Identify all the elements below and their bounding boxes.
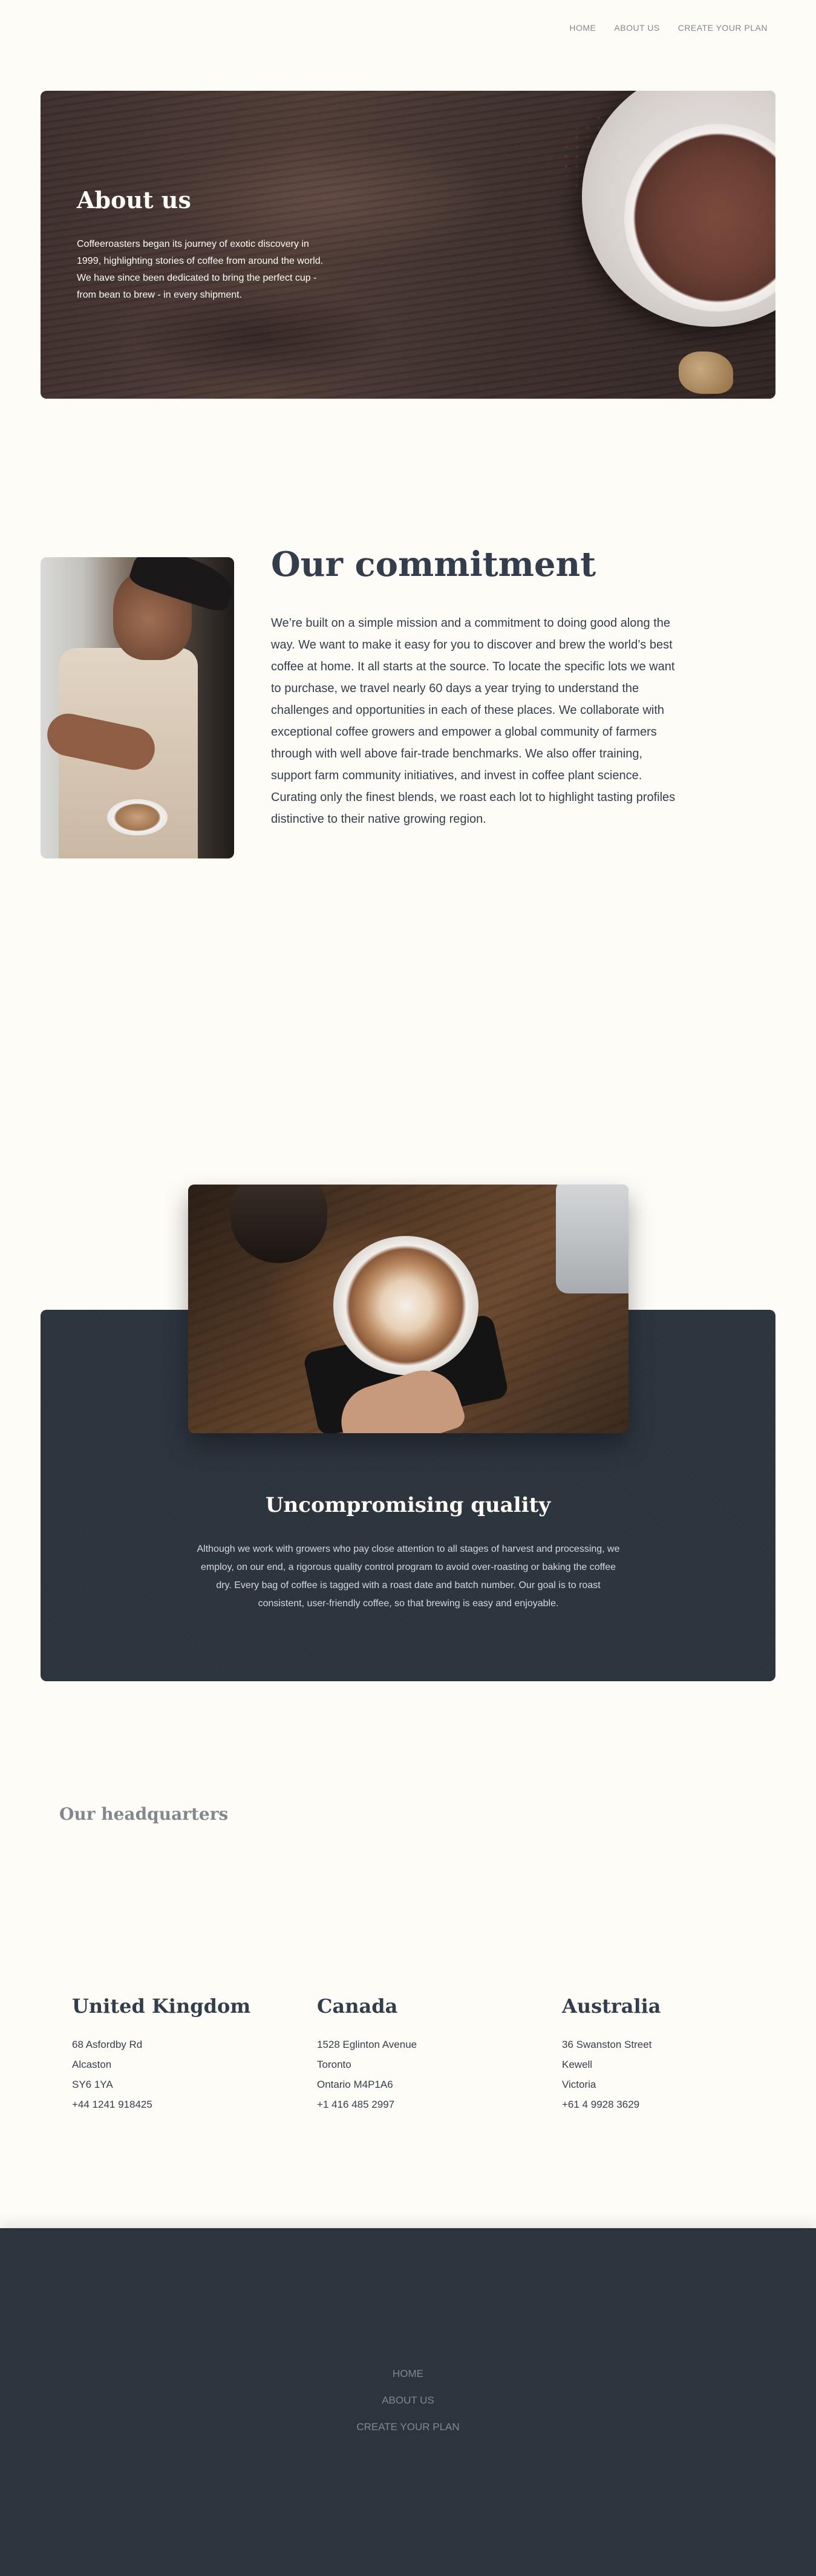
footer-link-create-plan[interactable]: CREATE YOUR PLAN [356,2419,459,2436]
location-phone: +61 4 9928 3629 [562,2099,640,2110]
location-canada: Canada 1528 Eglinton Avenue Toronto Onta… [317,1995,523,2114]
location-address-line3: SY6 1YA [72,2079,113,2090]
top-nav: HOME ABOUT US CREATE YOUR PLAN [569,23,768,33]
location-address-line2: Kewell [562,2059,593,2070]
headquarters-title: Our headquarters [59,1804,229,1824]
location-address-line1: 68 Asfordby Rd [72,2039,143,2050]
hero-cookie-image [679,351,733,394]
latte-art-image [188,1185,628,1433]
nav-link-create-plan[interactable]: CREATE YOUR PLAN [678,23,768,33]
kettle-shape [230,1185,327,1263]
quality-title: Uncompromising quality [265,1493,551,1517]
location-address-line2: Toronto [317,2059,351,2070]
location-country: Canada [317,1995,398,2018]
footer-link-about-us[interactable]: ABOUT US [382,2392,434,2409]
footer-nav: HOME ABOUT US CREATE YOUR PLAN [0,2365,816,2436]
hero-description: Coffeeroasters began its journey of exot… [77,239,324,300]
location-address-line3: Victoria [562,2079,596,2090]
commitment-title: Our commitment [271,544,596,584]
footer: HOME ABOUT US CREATE YOUR PLAN [0,2228,816,2576]
nav-link-about-us[interactable]: ABOUT US [614,23,659,33]
hero-title: About us [77,186,191,214]
location-address-line3: Ontario M4P1A6 [317,2079,393,2090]
barista-cup-shape [107,799,168,835]
location-address-line1: 1528 Eglinton Avenue [317,2039,417,2050]
footer-link-home[interactable]: HOME [393,2365,423,2382]
mug-shape [333,1236,478,1375]
commitment-description: We’re built on a simple mission and a co… [271,616,676,826]
location-address-line1: 36 Swanston Street [562,2039,652,2050]
location-country: United Kingdom [72,1995,251,2018]
location-country: Australia [562,1995,661,2018]
location-phone: +44 1241 918425 [72,2099,152,2110]
quality-description: Although we work with growers who pay cl… [197,1544,620,1609]
nav-link-home[interactable]: HOME [569,23,596,33]
location-phone: +1 416 485 2997 [317,2099,395,2110]
location-australia: Australia 36 Swanston Street Kewell Vict… [562,1995,768,2114]
barista-image [41,557,234,858]
hero-banner: About us Coffeeroasters began its journe… [41,91,775,399]
location-united-kingdom: United Kingdom 68 Asfordby Rd Alcaston S… [72,1995,278,2114]
location-address-line2: Alcaston [72,2059,112,2070]
machine-shape [556,1185,628,1293]
